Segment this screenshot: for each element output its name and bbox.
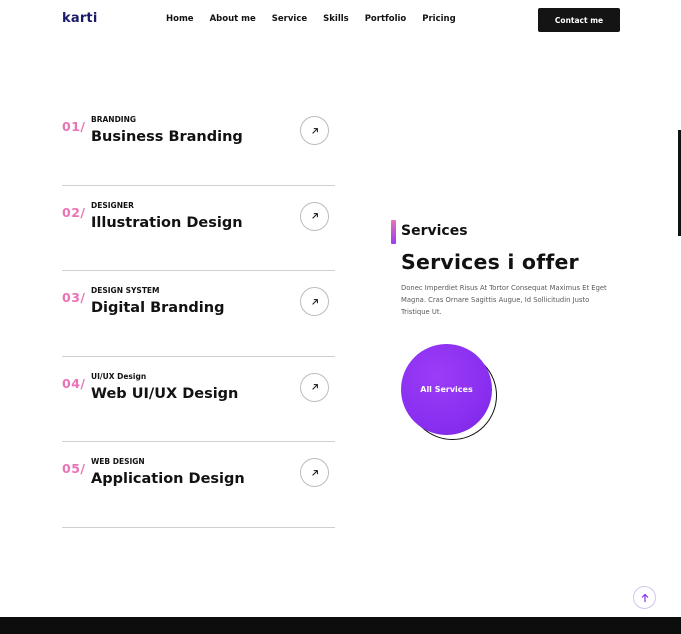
service-arrow-button[interactable] [300,201,329,231]
service-category: WEB DESIGN [91,457,145,466]
logo[interactable]: karti [62,11,98,26]
site-header: karti Home About me Service Skills Portf… [0,0,681,42]
nav-portfolio[interactable]: Portfolio [365,14,407,24]
service-arrow-button[interactable] [300,287,329,316]
service-category: DESIGN SYSTEM [91,286,160,295]
contact-button[interactable]: Contact me [538,8,620,32]
arrow-up-right-icon [311,127,318,134]
all-services-button-wrap: All Services [401,344,499,442]
main-nav: Home About me Service Skills Portfolio P… [166,14,472,24]
service-arrow-button[interactable] [300,116,329,145]
all-services-button[interactable]: All Services [401,344,492,435]
arrow-up-icon [641,593,648,602]
arrow-up-right-icon [311,384,318,390]
service-item[interactable]: 03/ DESIGN SYSTEM Digital Branding [62,271,335,357]
arrow-up-right-icon [311,469,318,476]
service-title: Illustration Design [91,214,243,231]
service-number: 04/ [62,375,86,391]
footer-strip [0,617,681,634]
service-item[interactable]: 02/ DESIGNER Illustration Design [62,186,335,271]
service-number: 01/ [62,119,86,134]
service-title: Business Branding [91,129,243,145]
arrow-up-right-icon [311,213,318,219]
service-title: Web UI/UX Design [91,385,239,402]
service-arrow-button[interactable] [300,372,329,402]
service-category: UI/UX Design [91,371,147,381]
service-item[interactable]: 01/ BRANDING Business Branding [62,100,335,186]
service-item[interactable]: 05/ WEB DESIGN Application Design [62,442,335,528]
service-number: 02/ [62,204,86,220]
section-description: Donec Imperdiet Risus At Tortor Consequa… [401,284,607,316]
nav-about[interactable]: About me [210,14,256,24]
arrow-up-right-icon [311,298,318,305]
service-title: Application Design [91,471,245,487]
service-number: 05/ [62,461,86,476]
service-arrow-button[interactable] [300,458,329,487]
nav-home[interactable]: Home [166,14,194,24]
back-to-top-button[interactable] [633,586,656,609]
nav-service[interactable]: Service [272,14,307,24]
service-item[interactable]: 04/ UI/UX Design Web UI/UX Design [62,357,335,442]
section-accent-bar [391,220,396,244]
service-category: BRANDING [91,115,137,124]
services-list: 01/ BRANDING Business Branding 02/ DESIG… [62,100,335,528]
section-heading: Services i offer [401,250,579,274]
nav-pricing[interactable]: Pricing [422,14,455,24]
nav-skills[interactable]: Skills [323,14,349,24]
section-label: Services [401,223,468,239]
service-number: 03/ [62,290,86,305]
service-category: DESIGNER [91,200,134,210]
service-title: Digital Branding [91,300,225,316]
